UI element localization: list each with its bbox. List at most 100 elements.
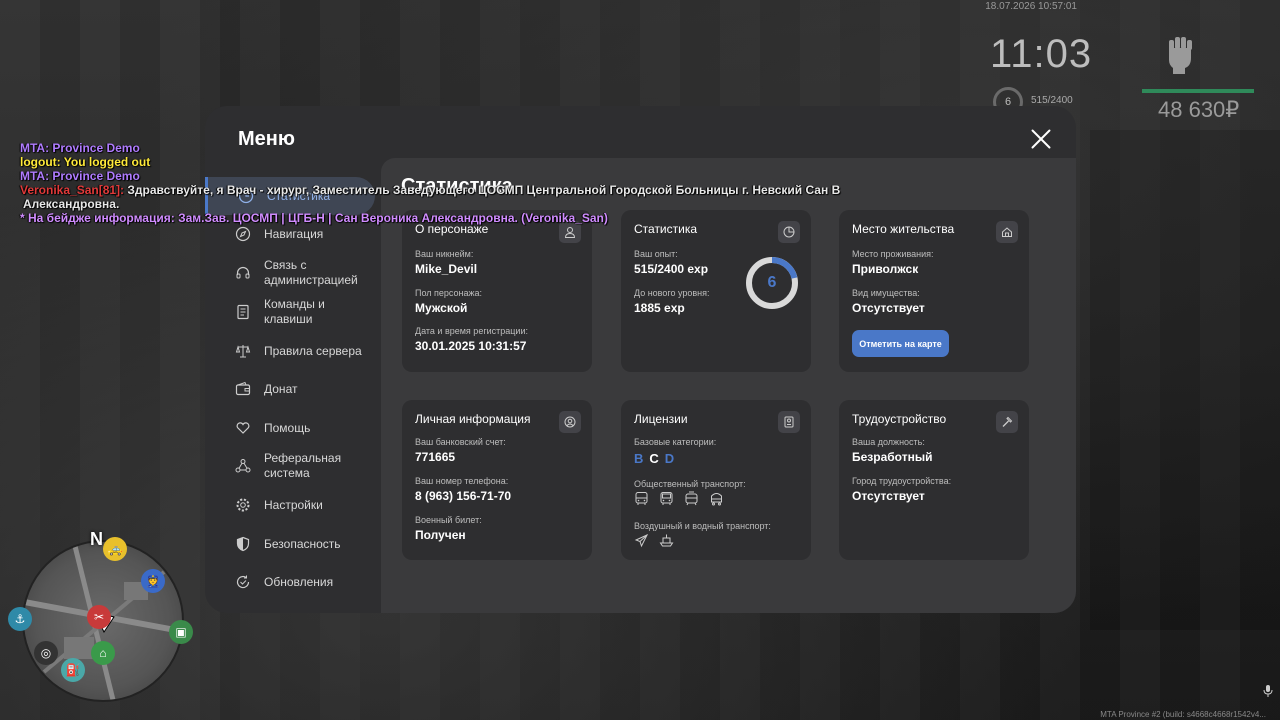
nav-item-settings[interactable]: Настройки — [235, 497, 375, 513]
public-transport-icons — [634, 491, 724, 506]
field-label: Пол персонажа: — [415, 288, 483, 298]
chat-player-name: Veronika_San[81]: — [20, 183, 125, 197]
nickname-value: Mike_Devil — [415, 262, 478, 276]
nav-item-security[interactable]: Безопасность — [235, 536, 375, 552]
chat-line: MTA: Province Demo — [20, 169, 140, 183]
field-label: Город трудоустройства: — [852, 476, 952, 486]
airplane-icon — [634, 533, 649, 548]
residence-value: Приволжск — [852, 262, 919, 276]
exp-value: 515/2400 exp — [634, 262, 709, 276]
licenses-card: Лицензии Базовые категории: BCD Обществе… — [621, 400, 811, 560]
character-card: О персонаже Ваш никнейм: Mike_Devil Пол … — [402, 210, 592, 372]
health-bar — [1142, 89, 1254, 93]
content-panel: Статистика О персонаже Ваш никнейм: Mike… — [381, 158, 1076, 613]
anchor-blip-icon: ⚓ — [8, 607, 32, 631]
gear-icon — [236, 498, 250, 512]
job-blip-icon: ✂ — [87, 605, 111, 629]
nav-item-admin-contact[interactable]: Связь с администрацией — [235, 258, 375, 288]
personal-info-card: Личная информация Ваш банковский счет: 7… — [402, 400, 592, 560]
refresh-icon — [236, 575, 250, 589]
nav-label: Навигация — [264, 226, 324, 241]
bank-account-value: 771665 — [415, 450, 456, 464]
nav-label: Правила сервера — [264, 343, 362, 358]
property-value: Отсутствует — [852, 301, 925, 315]
coach-icon — [660, 492, 673, 505]
taxi-blip-icon: 🚕 — [103, 537, 127, 561]
field-label: Ваш никнейм: — [415, 249, 474, 259]
network-icon — [235, 459, 251, 473]
target-blip-icon: ◎ — [34, 641, 58, 665]
license-category-c: C — [649, 451, 659, 466]
chat-log: MTA: Province Demo logout: You logged ou… — [20, 141, 840, 225]
card-title: Место жительства — [852, 222, 955, 236]
hud-datetime: 18.07.2026 10:57:01 — [985, 1, 1077, 12]
compass-icon — [235, 226, 251, 242]
field-label: Ваш номер телефона: — [415, 476, 509, 486]
field-label: Ваш опыт: — [634, 249, 678, 259]
chat-line: Veronika_San[81]: Здравствуйте, я Врач -… — [20, 183, 841, 197]
air-water-transport-icons — [634, 533, 674, 548]
field-label: Дата и время регистрации: — [415, 326, 528, 336]
statistics-card: Статистика Ваш опыт: 515/2400 exp До нов… — [621, 210, 811, 372]
hud-money: 48 630₽ — [1158, 97, 1240, 122]
nav-item-navigation[interactable]: Навигация — [235, 226, 375, 242]
wallet-icon — [235, 381, 251, 396]
chat-line: logout: You logged out — [20, 155, 151, 169]
registration-value: 30.01.2025 10:31:57 — [415, 339, 527, 353]
license-category-d: D — [664, 451, 675, 466]
document-icon — [237, 304, 249, 320]
nav-item-referral[interactable]: Реферальная система — [235, 451, 375, 481]
nav-label: Помощь — [264, 420, 311, 435]
hud-exp: 515/2400 — [1031, 95, 1073, 106]
nav-label: Команды и клавиши — [264, 297, 325, 326]
nav-item-donate[interactable]: Донат — [235, 381, 375, 397]
home-icon — [996, 221, 1018, 243]
position-value: Безработный — [852, 450, 933, 464]
employment-card: Трудоустройство Ваша должность: Безработ… — [839, 400, 1029, 560]
boat-icon — [659, 534, 674, 547]
shield-icon — [236, 536, 250, 552]
nav-item-help[interactable]: Помощь — [235, 420, 375, 436]
gender-value: Мужской — [415, 301, 468, 315]
chat-line: Александровна. — [23, 197, 120, 211]
north-marker: N — [90, 529, 103, 549]
nav-label: Донат — [264, 381, 298, 396]
field-label: Воздушный и водный транспорт: — [634, 521, 771, 531]
military-id-value: Получен — [415, 528, 466, 542]
scales-icon — [235, 345, 251, 358]
trolleybus-icon — [711, 493, 722, 506]
card-title: Личная информация — [415, 412, 531, 426]
phone-value: 8 (963) 156-71-70 — [415, 489, 512, 503]
field-label: Общественный транспорт: — [634, 479, 746, 489]
field-label: Вид имущества: — [852, 288, 920, 298]
field-label: Ваш банковский счет: — [415, 437, 506, 447]
field-label: Место проживания: — [852, 249, 934, 259]
field-label: До нового уровня: — [634, 288, 710, 298]
license-category-b: B — [634, 451, 644, 466]
nav-item-commands[interactable]: Команды и клавиши — [235, 297, 375, 327]
field-label: Военный билет: — [415, 515, 482, 525]
card-title: Трудоустройство — [852, 412, 947, 426]
close-button[interactable] — [1030, 128, 1052, 150]
heart-hand-icon — [236, 422, 250, 434]
license-icon — [778, 411, 800, 433]
headset-icon — [236, 266, 250, 279]
chat-line: * На бейдже информация: Зам.Зав. ЦОСМП |… — [20, 211, 608, 225]
mark-on-map-button[interactable]: Отметить на карте — [852, 330, 949, 357]
nav-item-rules[interactable]: Правила сервера — [235, 343, 375, 359]
gas-blip-icon: ⛽ — [61, 658, 85, 682]
nav-item-updates[interactable]: Обновления — [235, 574, 375, 590]
bus-icon — [635, 492, 648, 505]
employment-city-value: Отсутствует — [852, 489, 925, 503]
field-label: Базовые категории: — [634, 437, 717, 447]
build-info: MTA Province #2 (build: s4668c4668r1542v… — [1100, 710, 1266, 719]
nav-label: Реферальная система — [264, 451, 342, 480]
microphone-icon — [1263, 685, 1273, 697]
hud-clock: 11:03 — [990, 32, 1093, 76]
tram-icon — [685, 491, 698, 506]
nav-label: Безопасность — [264, 536, 341, 551]
residence-card: Место жительства Место проживания: Приво… — [839, 210, 1029, 372]
hammer-icon — [996, 411, 1018, 433]
nav-label: Настройки — [264, 497, 323, 512]
chat-line: MTA: Province Demo — [20, 141, 140, 155]
